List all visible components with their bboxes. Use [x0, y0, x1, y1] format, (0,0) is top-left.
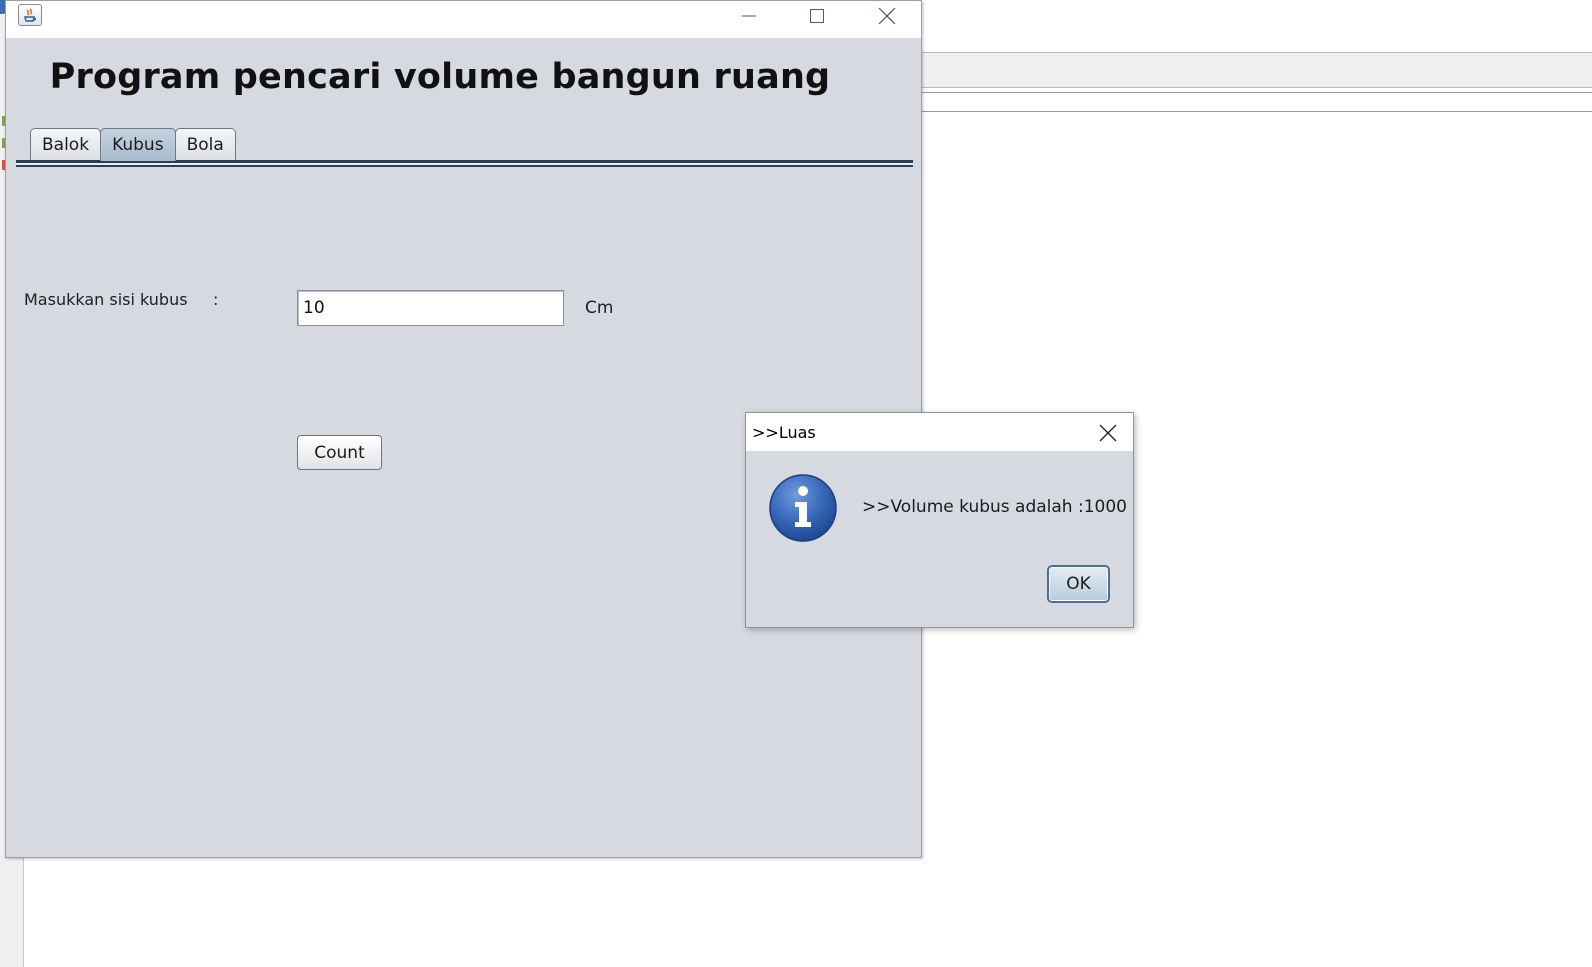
side-length-colon: : [213, 290, 219, 309]
tab-kubus[interactable]: Kubus [100, 128, 176, 161]
dialog-close-button[interactable] [1092, 419, 1124, 447]
side-length-input[interactable] [297, 290, 564, 326]
tab-divider-lower [16, 165, 913, 167]
tab-bar: Balok Kubus Bola [30, 128, 236, 161]
side-length-label: Masukkan sisi kubus [24, 290, 188, 309]
close-button[interactable] [864, 1, 910, 31]
dialog-message: >>Volume kubus adalah :1000 [862, 497, 1127, 517]
dialog-title: >>Luas [752, 423, 816, 442]
unit-label: Cm [585, 298, 614, 318]
maximize-icon [810, 9, 824, 23]
minimize-button[interactable] [726, 1, 772, 31]
java-app-icon [18, 4, 42, 26]
maximize-button[interactable] [794, 1, 840, 31]
close-icon [1099, 424, 1117, 442]
page-title: Program pencari volume bangun ruang [49, 57, 831, 97]
background-ide-ruler [922, 92, 1592, 112]
info-icon [769, 474, 837, 542]
tab-bola[interactable]: Bola [174, 128, 236, 161]
count-button[interactable]: Count [297, 435, 382, 470]
minimize-icon [742, 15, 756, 17]
ok-button[interactable]: OK [1047, 565, 1110, 603]
background-ide-toolbar [922, 52, 1592, 88]
dialog-titlebar[interactable]: >>Luas [746, 413, 1133, 451]
close-icon [878, 7, 896, 25]
window-titlebar[interactable] [6, 1, 921, 38]
tab-balok[interactable]: Balok [30, 128, 102, 161]
message-dialog: >>Luas >>Volume kubus adalah :1000 OK [745, 412, 1134, 628]
